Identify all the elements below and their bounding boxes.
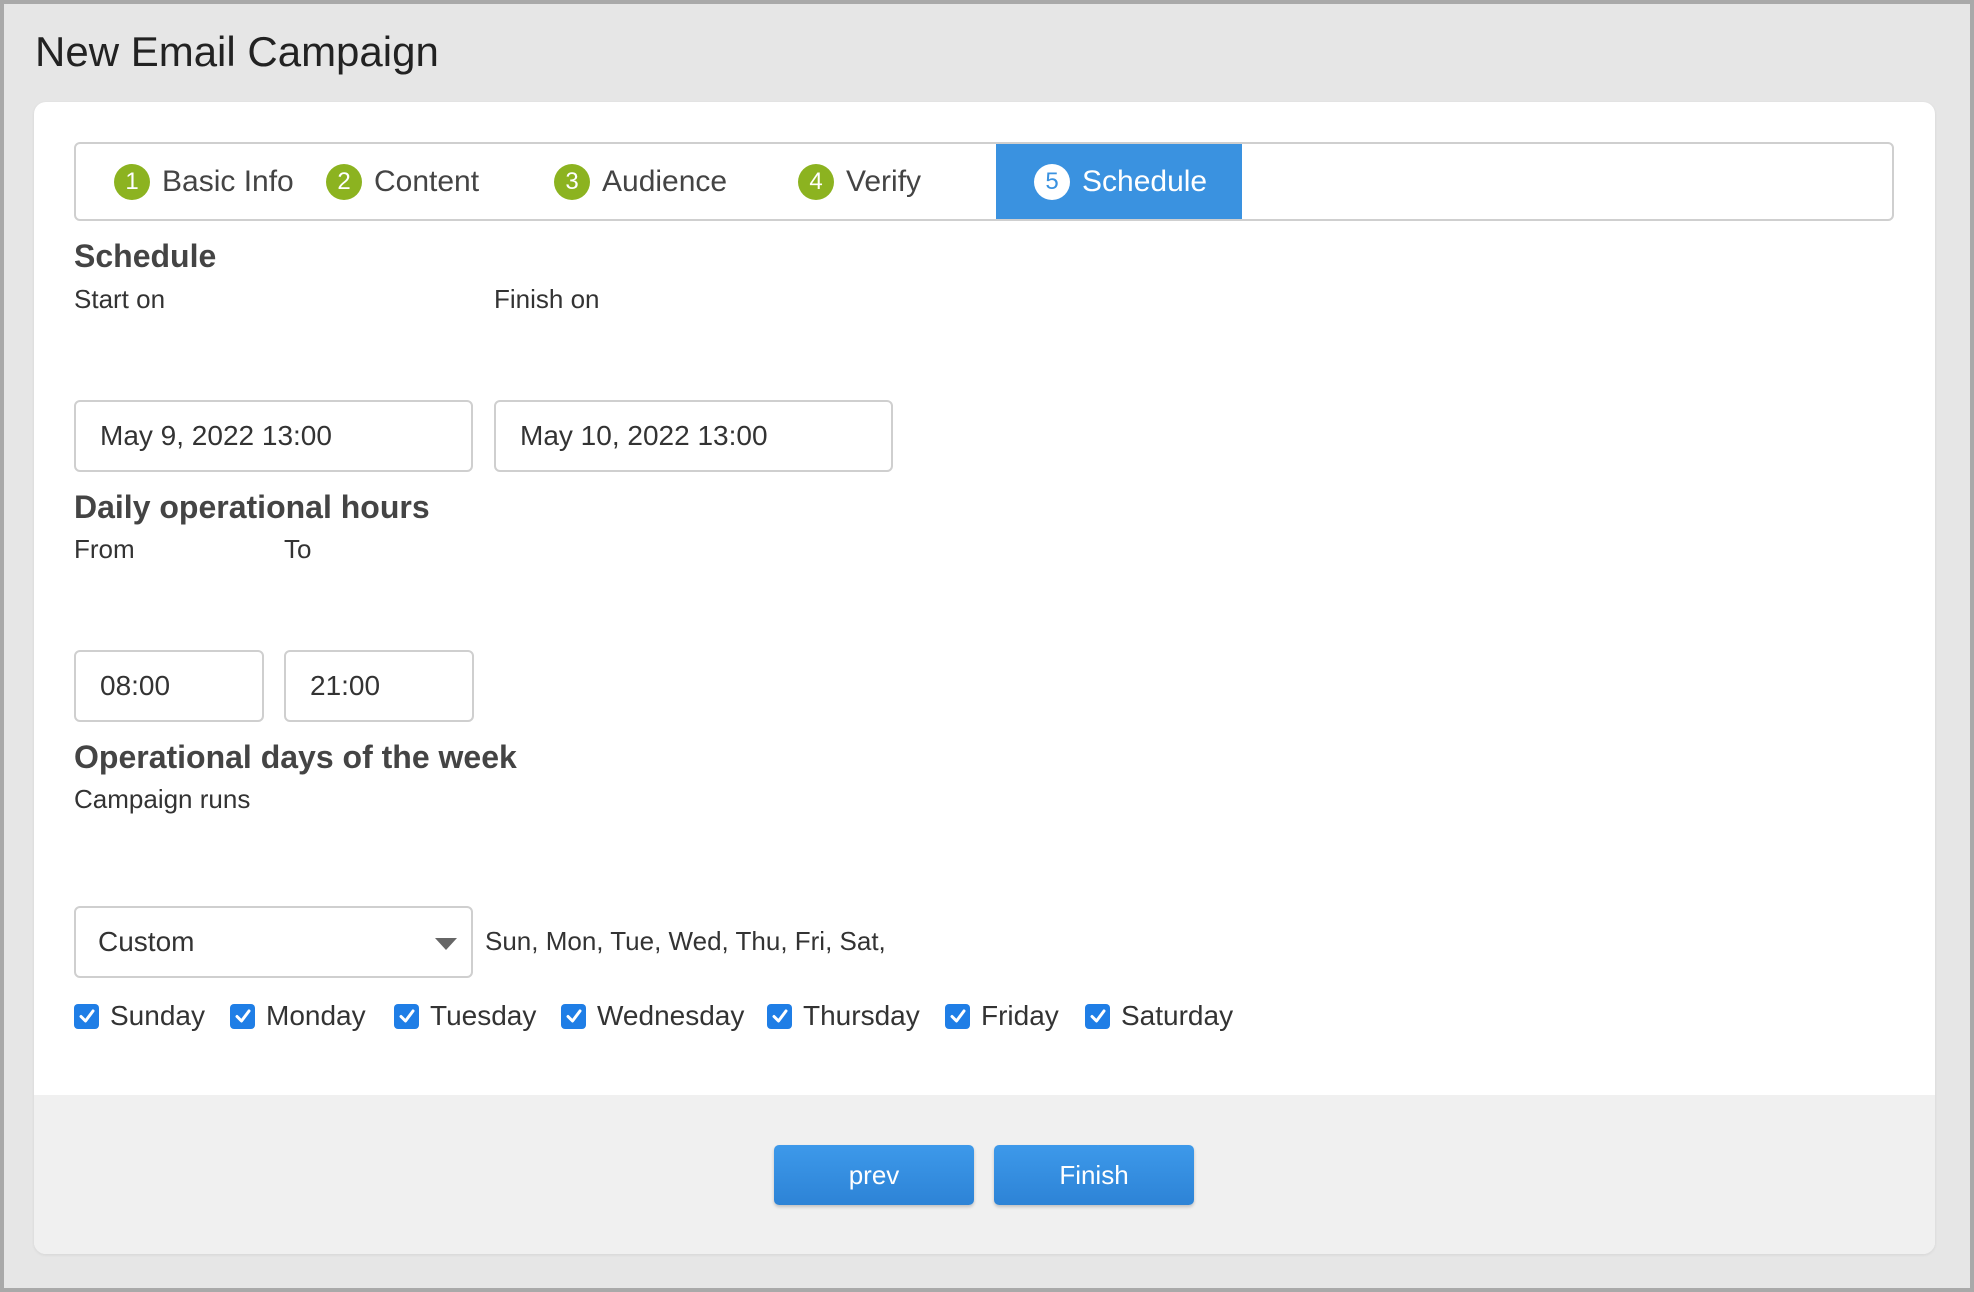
campaign-runs-label: Campaign runs bbox=[74, 784, 251, 814]
checkbox-saturday[interactable]: Saturday bbox=[1085, 1000, 1233, 1032]
hours-heading: Daily operational hours bbox=[74, 489, 430, 525]
finish-button[interactable]: Finish bbox=[994, 1145, 1194, 1205]
finish-on-value: May 10, 2022 13:00 bbox=[520, 420, 768, 451]
from-time-input[interactable]: 08:00 bbox=[74, 650, 264, 722]
step-number-badge: 5 bbox=[1034, 163, 1070, 200]
checkbox-sunday[interactable]: Sunday bbox=[74, 1000, 230, 1032]
days-heading: Operational days of the week bbox=[74, 739, 517, 775]
schedule-heading: Schedule bbox=[74, 238, 217, 274]
weekday-checkboxes: Sunday Monday Tuesday Wednesday Thursday bbox=[74, 1000, 1233, 1032]
prev-button[interactable]: prev bbox=[774, 1145, 974, 1205]
from-time-value: 08:00 bbox=[100, 670, 171, 701]
checkbox-label: Friday bbox=[981, 1000, 1059, 1031]
to-time-value: 21:00 bbox=[310, 670, 381, 701]
step-number-badge: 2 bbox=[326, 163, 362, 200]
campaign-card: 1 Basic Info 2 Content 3 Audience 4 Veri… bbox=[34, 102, 1935, 1254]
checkbox-monday[interactable]: Monday bbox=[230, 1000, 394, 1032]
step-schedule[interactable]: 5 Schedule bbox=[996, 144, 1242, 219]
checkbox-label: Tuesday bbox=[430, 1000, 537, 1031]
step-number-badge: 4 bbox=[798, 163, 834, 200]
step-label: Schedule bbox=[1082, 164, 1208, 198]
start-on-value: May 9, 2022 13:00 bbox=[100, 420, 332, 451]
checkbox-checked-icon bbox=[561, 1003, 586, 1029]
step-content[interactable]: 2 Content bbox=[326, 144, 554, 219]
checkbox-thursday[interactable]: Thursday bbox=[767, 1000, 945, 1032]
step-label: Audience bbox=[602, 164, 728, 198]
checkbox-label: Sunday bbox=[110, 1000, 205, 1031]
finish-on-label: Finish on bbox=[494, 284, 600, 314]
checkbox-tuesday[interactable]: Tuesday bbox=[394, 1000, 561, 1032]
checkbox-friday[interactable]: Friday bbox=[945, 1000, 1085, 1032]
step-label: Verify bbox=[846, 164, 922, 198]
checkbox-label: Saturday bbox=[1121, 1000, 1234, 1031]
step-verify[interactable]: 4 Verify bbox=[798, 144, 996, 219]
checkbox-checked-icon bbox=[230, 1003, 255, 1029]
to-label: To bbox=[284, 534, 312, 564]
checkbox-wednesday[interactable]: Wednesday bbox=[561, 1000, 767, 1032]
start-on-input[interactable]: May 9, 2022 13:00 bbox=[74, 400, 473, 472]
step-basic-info[interactable]: 1 Basic Info bbox=[76, 144, 326, 219]
start-on-label: Start on bbox=[74, 284, 166, 314]
checkbox-checked-icon bbox=[394, 1003, 419, 1029]
step-label: Content bbox=[374, 164, 480, 198]
from-label: From bbox=[74, 534, 135, 564]
finish-on-input[interactable]: May 10, 2022 13:00 bbox=[494, 400, 893, 472]
campaign-runs-value: Custom bbox=[98, 926, 195, 957]
checkbox-label: Thursday bbox=[803, 1000, 920, 1031]
checkbox-label: Wednesday bbox=[597, 1000, 745, 1031]
checkbox-checked-icon bbox=[767, 1003, 792, 1029]
page-title: New Email Campaign bbox=[35, 28, 439, 75]
checkbox-checked-icon bbox=[74, 1003, 99, 1029]
wizard-steps: 1 Basic Info 2 Content 3 Audience 4 Veri… bbox=[74, 142, 1894, 221]
to-time-input[interactable]: 21:00 bbox=[284, 650, 474, 722]
step-number-badge: 1 bbox=[114, 163, 150, 200]
campaign-runs-select[interactable]: Custom bbox=[74, 906, 473, 978]
days-summary: Sun, Mon, Tue, Wed, Thu, Fri, Sat, bbox=[485, 926, 886, 956]
step-audience[interactable]: 3 Audience bbox=[554, 144, 798, 219]
step-label: Basic Info bbox=[162, 164, 294, 198]
wizard-footer: prev Finish bbox=[34, 1095, 1935, 1254]
checkbox-label: Monday bbox=[266, 1000, 366, 1031]
checkbox-checked-icon bbox=[1085, 1003, 1110, 1029]
chevron-down-icon bbox=[435, 938, 457, 950]
checkbox-checked-icon bbox=[945, 1003, 970, 1029]
step-number-badge: 3 bbox=[554, 163, 590, 200]
